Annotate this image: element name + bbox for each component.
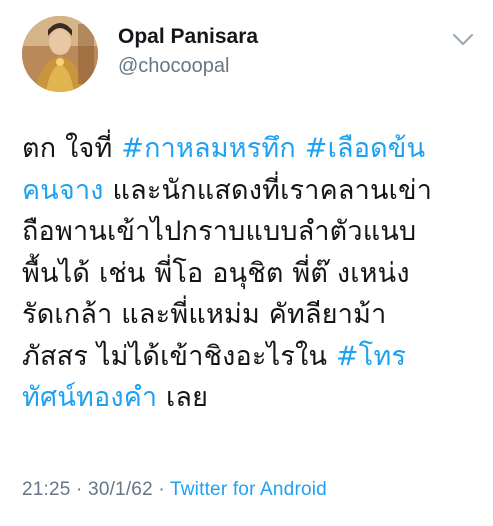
chevron-down-icon[interactable] — [451, 32, 475, 48]
tweet-text-segment: รัดเกล้า และพี่แหม่ม คัทลียาม้า — [22, 299, 387, 330]
tweet-text-line: รัดเกล้า และพี่แหม่ม คัทลียาม้า — [22, 294, 477, 336]
hashtag-link[interactable]: #โทร — [336, 341, 406, 372]
tweet-text-segment: เลย — [157, 382, 209, 413]
tweet-text-segment: พื้นได้ เช่น พี่โอ อนุชิต พี่ต๊ งเหน่ง — [22, 257, 410, 289]
tweet-text-segment — [296, 133, 305, 164]
tweet-text-segment: ถือพานเข้าไปกราบแบบลำตัวแนบ — [22, 216, 417, 247]
meta-separator: · — [70, 479, 89, 500]
hashtag-link[interactable]: #เลือดข้น — [305, 133, 425, 164]
tweet-text: ตก ใจที่ #กาหลมหรทึก #เลือดข้น คนจาง และน… — [22, 128, 477, 419]
tweet-text-line: พื้นได้ เช่น พี่โอ อนุชิต พี่ต๊ งเหน่ง — [22, 253, 477, 295]
hashtag-link[interactable]: #กาหลมหรทึก — [121, 133, 296, 164]
meta-separator: · — [152, 479, 170, 500]
tweet-header: Opal Panisara @chocoopal — [22, 14, 477, 94]
tweet-text-segment: และนักแสดงที่เราคลานเข่า — [103, 174, 433, 206]
author-handle[interactable]: @chocoopal — [118, 52, 258, 80]
tweet-time[interactable]: 21:25 — [22, 479, 71, 500]
tweet-text-line: ถือพานเข้าไปกราบแบบลำตัวแนบ — [22, 211, 477, 253]
tweet-text-line: คนจาง และนักแสดงที่เราคลานเข่า — [22, 170, 477, 212]
avatar[interactable] — [22, 16, 98, 92]
tweet-date[interactable]: 30/1/62 — [88, 479, 153, 500]
author-names: Opal Panisara @chocoopal — [118, 24, 258, 80]
tweet-meta: 21:25 · 30/1/62 · Twitter for Android — [22, 479, 327, 501]
avatar-image — [22, 16, 98, 92]
tweet-card[interactable]: Opal Panisara @chocoopal ตก ใจที่ #กาหลม… — [0, 0, 493, 526]
tweet-source-link[interactable]: Twitter for Android — [170, 479, 327, 500]
tweet-text-line: ตก ใจที่ #กาหลมหรทึก #เลือดข้น — [22, 128, 477, 170]
tweet-text-line: ทัศน์ทองคำ เลย — [22, 377, 477, 419]
tweet-text-segment: ตก ใจที่ — [22, 133, 122, 164]
hashtag-link[interactable]: ทัศน์ทองคำ — [22, 382, 157, 413]
tweet-text-segment: ภัสสร ไม่ได้เข้าชิงอะไรใน — [22, 340, 336, 372]
hashtag-link[interactable]: คนจาง — [22, 175, 104, 206]
author-display-name[interactable]: Opal Panisara — [118, 24, 258, 50]
tweet-text-line: ภัสสร ไม่ได้เข้าชิงอะไรใน #โทร — [22, 336, 477, 378]
